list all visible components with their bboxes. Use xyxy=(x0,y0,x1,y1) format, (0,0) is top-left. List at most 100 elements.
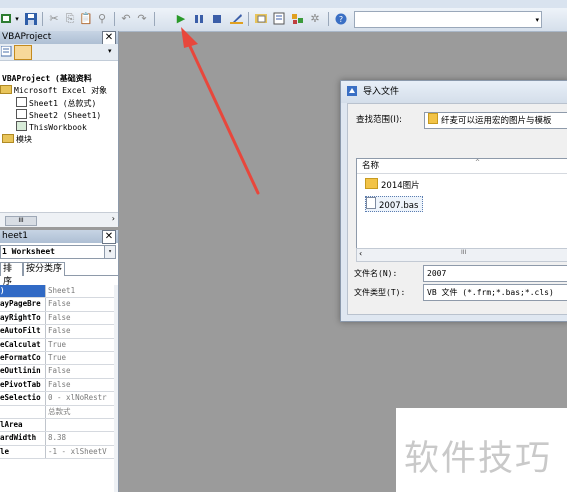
property-value[interactable]: False xyxy=(46,379,114,391)
run-icon[interactable]: ▶ xyxy=(175,10,187,27)
toggle-folders-icon[interactable] xyxy=(14,45,32,60)
tree-item-thisworkbook[interactable]: ThisWorkbook xyxy=(16,121,87,132)
location-combo[interactable]: ▾ xyxy=(354,11,542,28)
break-icon[interactable] xyxy=(193,10,205,27)
scroll-thumb[interactable]: III xyxy=(5,216,37,226)
property-name: ePivotTab xyxy=(0,378,46,392)
tab-alphabetic[interactable]: 排序 xyxy=(0,262,23,287)
tree-item-sheet2[interactable]: Sheet2 (Sheet1) xyxy=(16,109,101,120)
property-value[interactable]: 0 - xlNoRestr xyxy=(46,392,114,404)
project-horizontal-scrollbar[interactable]: III › xyxy=(0,212,118,227)
property-value[interactable]: 8.38 xyxy=(46,432,114,444)
tab-label: 排序 xyxy=(3,264,13,287)
tree-item-label: VBAProject (基础资料 xyxy=(2,74,92,83)
property-name: ayRightTo xyxy=(0,311,46,325)
property-value[interactable]: False xyxy=(46,312,114,324)
filetype-select[interactable]: VB 文件 (*.frm;*.bas;*.cls) xyxy=(423,284,567,301)
cut-icon[interactable]: ✂ xyxy=(48,10,60,27)
view-code-icon[interactable] xyxy=(0,45,12,60)
scroll-thumb[interactable]: III xyxy=(461,249,466,256)
property-row[interactable]: ayRightTo False xyxy=(0,311,114,326)
property-value[interactable]: False xyxy=(46,325,114,337)
properties-icon[interactable] xyxy=(272,10,286,27)
project-explorer-icon[interactable] xyxy=(254,10,268,27)
chevron-left-icon[interactable]: ‹ xyxy=(359,249,362,258)
object-combo-value: 1 Worksheet xyxy=(2,247,55,256)
close-icon[interactable]: ✕ xyxy=(102,31,116,45)
find-icon[interactable]: ⚲ xyxy=(96,10,108,27)
dialog-titlebar[interactable]: 导入文件 xyxy=(341,81,567,103)
property-row[interactable]: eSelectio 0 - xlNoRestr xyxy=(0,392,114,406)
property-row[interactable]: ayPageBre False xyxy=(0,298,114,312)
list-item-folder[interactable]: 2014图片 xyxy=(365,178,424,192)
toolbar-separator xyxy=(114,12,115,26)
save-icon[interactable] xyxy=(24,10,38,27)
worksheet-icon xyxy=(16,97,27,107)
list-item-file[interactable]: 2007.bas xyxy=(365,196,424,212)
property-row[interactable]: le -1 - xlSheetV xyxy=(0,445,114,460)
column-header-name[interactable]: 名称 xyxy=(362,161,379,171)
tab-categorized[interactable]: 按分类序 xyxy=(23,262,66,276)
property-row[interactable]: eAutoFilt False xyxy=(0,325,114,339)
object-combo[interactable]: 1 Worksheet ▾ xyxy=(0,245,116,259)
sort-up-icon: ^ xyxy=(475,159,481,166)
property-value[interactable]: False xyxy=(46,365,114,377)
object-browser-icon[interactable] xyxy=(290,10,304,27)
property-name: eAutoFilt xyxy=(0,325,46,338)
file-list[interactable]: 名称 ^ 2014图片 2007.bas xyxy=(356,158,567,250)
property-row[interactable]: 总款式 xyxy=(0,405,114,419)
tree-item-excel-objects[interactable]: Microsoft Excel 对象 xyxy=(0,85,107,96)
property-row[interactable]: ardWidth 8.38 xyxy=(0,432,114,446)
property-name: lArea xyxy=(0,418,46,432)
property-row[interactable]: ePivotTab False xyxy=(0,378,114,393)
dialog-title: 导入文件 xyxy=(363,87,400,97)
toolbar-separator xyxy=(42,12,43,26)
property-row[interactable]: lArea xyxy=(0,418,114,433)
property-row[interactable]: eFormatCo True xyxy=(0,351,114,366)
folder-icon xyxy=(0,85,12,94)
watermark-text: 软件技巧 xyxy=(404,439,553,479)
tree-item-label: Microsoft Excel 对象 xyxy=(14,86,108,95)
list-header[interactable]: 名称 ^ xyxy=(357,159,567,174)
folder-icon xyxy=(428,113,438,124)
excel-icon[interactable] xyxy=(0,10,12,27)
design-mode-icon[interactable] xyxy=(229,10,243,27)
property-value[interactable]: True xyxy=(46,352,114,364)
filetype-label: 文件类型(T): xyxy=(354,288,406,297)
property-row[interactable]: ) Sheet1 xyxy=(0,285,114,299)
property-row[interactable]: eOutlinin False xyxy=(0,365,114,379)
properties-tabs: 排序 按分类序 xyxy=(0,261,118,287)
chevron-right-icon[interactable]: › xyxy=(112,214,115,223)
help-icon[interactable]: ? xyxy=(334,10,348,27)
properties-grid: ) Sheet1 ayPageBre False ayRightTo False eAuto… xyxy=(0,285,114,460)
tree-item-project[interactable]: VBAProject (基础资料 xyxy=(2,73,92,84)
undo-icon[interactable]: ↶ xyxy=(120,10,132,27)
property-value[interactable]: 总款式 xyxy=(46,406,114,418)
property-value[interactable]: Sheet1 xyxy=(46,285,114,297)
chevron-down-icon[interactable]: ▾ xyxy=(108,47,112,55)
filename-input[interactable]: 2007 xyxy=(423,265,567,282)
workbook-icon xyxy=(16,121,27,131)
paste-icon[interactable]: 📋 xyxy=(79,10,93,27)
property-value[interactable]: False xyxy=(46,298,114,310)
lookin-combo[interactable]: 纤麦可以运用宏的图片与模板 xyxy=(424,112,567,129)
file-list-horizontal-scrollbar[interactable]: ‹ III xyxy=(356,248,567,262)
import-file-dialog: 导入文件 查找范围(I): 纤麦可以运用宏的图片与模板 名称 ^ 2014图片 … xyxy=(340,80,567,322)
property-name: eOutlinin xyxy=(0,365,46,378)
properties-scrollbar[interactable] xyxy=(114,285,118,492)
property-value[interactable] xyxy=(46,419,114,431)
property-row[interactable]: eCalculat True xyxy=(0,338,114,352)
file-icon xyxy=(366,197,376,209)
property-value[interactable]: -1 - xlSheetV xyxy=(46,446,114,458)
properties-title-text: heet1 xyxy=(2,231,29,241)
tree-item-sheet1[interactable]: Sheet1 (总款式) xyxy=(16,97,96,109)
copy-icon[interactable]: ⎘ xyxy=(64,10,76,27)
folder-icon xyxy=(2,134,14,143)
toolbox-icon[interactable]: ✲ xyxy=(308,10,322,27)
chevron-down-icon[interactable]: ▾ xyxy=(14,10,20,27)
redo-icon[interactable]: ↷ xyxy=(136,10,148,27)
tree-item-modules[interactable]: 模块 xyxy=(2,134,32,145)
close-icon[interactable]: ✕ xyxy=(102,230,116,244)
property-value[interactable]: True xyxy=(46,339,114,351)
reset-icon[interactable] xyxy=(211,10,223,27)
